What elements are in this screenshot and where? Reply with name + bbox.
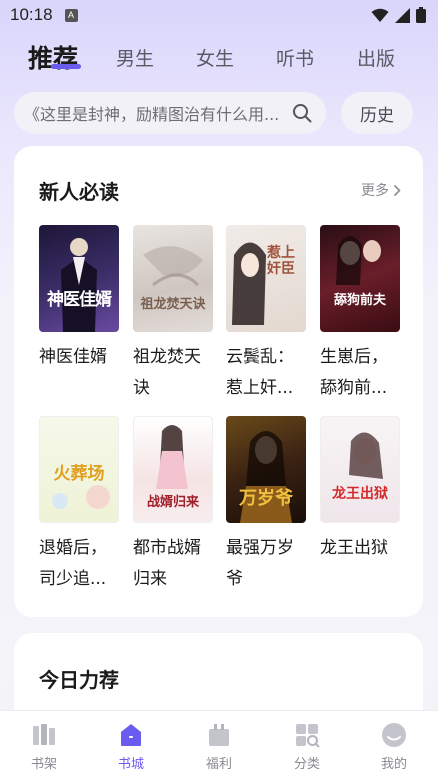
profile-icon xyxy=(382,723,406,747)
more-link[interactable]: 更多 xyxy=(361,180,401,200)
book-item[interactable]: 万岁爷 最强万岁爷 xyxy=(226,416,306,595)
active-tab-indicator xyxy=(51,64,81,69)
top-tabs: 推荐 男生 女生 听书 出版 xyxy=(0,36,438,78)
book-cover[interactable]: 火葬场 xyxy=(39,416,119,523)
cover-title: 战婿归来 xyxy=(146,495,199,510)
status-icons xyxy=(371,7,426,23)
book-item[interactable]: 神医佳婿 神医佳婿 xyxy=(39,225,119,404)
book-cover[interactable]: 神医佳婿 xyxy=(39,225,119,332)
tab-male[interactable]: 男生 xyxy=(116,44,154,71)
section-title: 今日力荐 xyxy=(39,668,119,692)
nav-profile[interactable]: 我的 xyxy=(364,721,424,772)
bookshelf-icon xyxy=(33,724,55,745)
tab-recommend[interactable]: 推荐 xyxy=(28,39,78,75)
wifi-icon xyxy=(371,8,389,22)
book-cover[interactable]: 万岁爷 xyxy=(226,416,306,523)
tab-publish[interactable]: 出版 xyxy=(357,44,395,71)
book-cover[interactable]: 祖龙焚天诀 xyxy=(133,225,213,332)
book-title: 龙王出狱 xyxy=(320,538,388,558)
cover-art xyxy=(336,236,381,285)
nav-bookstore[interactable]: 书城 xyxy=(101,721,161,772)
book-title: 最强万岁爷 xyxy=(226,538,294,589)
tab-female[interactable]: 女生 xyxy=(196,44,234,71)
nav-category[interactable]: 分类 xyxy=(277,721,337,772)
book-item[interactable]: 火葬场 退婚后，司少追... xyxy=(39,416,119,595)
book-item[interactable]: 祖龙焚天诀 祖龙焚天诀 xyxy=(133,225,213,404)
cover-title: 万岁爷 xyxy=(239,488,293,509)
gift-icon xyxy=(209,724,229,746)
book-cover[interactable]: 舔狗前夫 xyxy=(320,225,400,332)
cover-title: 舔狗前夫 xyxy=(333,293,386,308)
new-reader-section: 新人必读 更多 神医佳婿 神医佳婿 祖龙焚天诀 祖龙焚天诀 惹上奸臣 云鬓乱：惹… xyxy=(14,146,423,617)
cover-title: 龙王出狱 xyxy=(332,486,388,502)
signal-icon xyxy=(395,7,410,23)
cover-art xyxy=(232,242,266,325)
more-label: 更多 xyxy=(361,183,389,199)
section-title: 新人必读 xyxy=(39,180,119,204)
nav-bookshelf[interactable]: 书架 xyxy=(14,721,74,772)
status-time: 10:18 xyxy=(10,5,53,24)
book-title: 生崽后，舔狗前... xyxy=(320,347,388,398)
book-title: 都市战婿归来 xyxy=(133,538,201,589)
book-title: 退婚后，司少追... xyxy=(39,538,107,589)
book-cover[interactable]: 战婿归来 xyxy=(133,416,213,523)
book-item[interactable]: 惹上奸臣 云鬓乱：惹上奸... xyxy=(226,225,306,404)
search-icon[interactable] xyxy=(292,103,312,123)
cover-title: 祖龙焚天诀 xyxy=(140,297,206,312)
history-button[interactable]: 历史 xyxy=(341,92,413,134)
notification-icon: A xyxy=(64,8,78,22)
book-title: 神医佳婿 xyxy=(39,347,107,367)
cover-title: 神医佳婿 xyxy=(47,290,112,310)
cover-art xyxy=(61,238,97,332)
book-cover[interactable]: 龙王出狱 xyxy=(320,416,400,523)
nav-label: 书城 xyxy=(117,757,144,772)
book-title: 祖龙焚天诀 xyxy=(133,347,201,398)
cover-title: 惹上奸臣 xyxy=(267,245,295,277)
status-bar: 10:18 A xyxy=(0,0,438,30)
cover-title: 火葬场 xyxy=(53,464,105,484)
book-item[interactable]: 龙王出狱 龙王出狱 xyxy=(320,416,400,595)
book-title: 云鬓乱：惹上奸... xyxy=(226,347,294,398)
nav-label: 我的 xyxy=(380,757,407,772)
tab-audiobook[interactable]: 听书 xyxy=(276,44,314,71)
cover-art xyxy=(349,432,383,479)
nav-label: 分类 xyxy=(293,757,320,772)
search-input[interactable]: 《这里是封神，励精图治有什么用... xyxy=(14,92,326,134)
nav-welfare[interactable]: 福利 xyxy=(189,721,249,772)
cover-art xyxy=(143,246,203,287)
search-placeholder: 《这里是封神，励精图治有什么用... xyxy=(24,105,280,124)
chevron-right-icon xyxy=(393,184,401,196)
bottom-nav: 书架 书城 福利 分类 我的 xyxy=(0,710,438,778)
book-item[interactable]: 舔狗前夫 生崽后，舔狗前... xyxy=(320,225,400,404)
nav-label: 书架 xyxy=(30,757,57,772)
category-icon xyxy=(296,724,320,748)
book-cover[interactable]: 惹上奸臣 xyxy=(226,225,306,332)
battery-icon xyxy=(416,7,426,23)
book-item[interactable]: 战婿归来 都市战婿归来 xyxy=(133,416,213,595)
nav-label: 福利 xyxy=(205,757,232,772)
bookstore-icon xyxy=(121,724,141,746)
